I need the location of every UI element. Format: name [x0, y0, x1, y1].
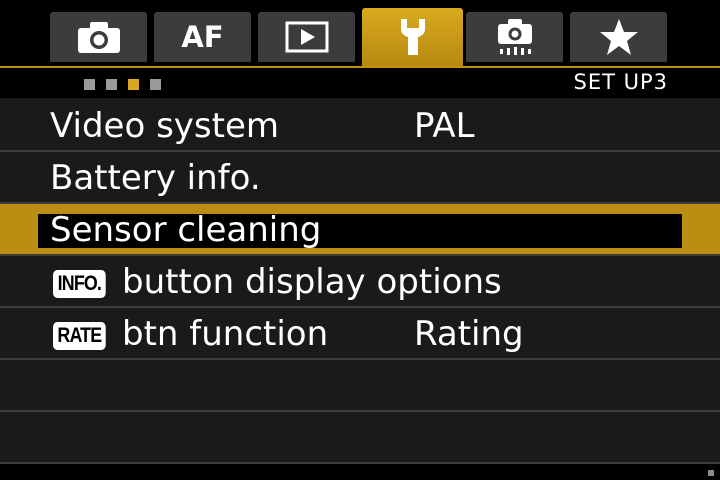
tab-af[interactable]: AF	[154, 12, 251, 62]
scroll-indicator	[708, 470, 714, 476]
menu-item-sensor-cleaning[interactable]: Sensor cleaning	[0, 204, 720, 256]
rate-button-icon: RATE	[53, 322, 106, 350]
menu-item-value: PAL	[414, 106, 475, 146]
page-indicator-bar: SET UP3	[0, 66, 720, 98]
menu-item-rate-btn-function[interactable]: RATE btn function Rating	[0, 308, 720, 360]
page-dot	[106, 79, 117, 90]
tab-af-label: AF	[181, 20, 224, 54]
wrench-icon	[400, 19, 425, 55]
play-icon	[285, 21, 328, 53]
menu-item-label: button display options	[122, 262, 502, 302]
menu-item-info-button-display[interactable]: INFO. button display options	[0, 256, 720, 308]
tab-playback[interactable]	[258, 12, 355, 62]
menu-item-battery-info[interactable]: Battery info.	[0, 152, 720, 204]
page-dot	[150, 79, 161, 90]
bottom-bar	[0, 464, 720, 480]
tab-live-view[interactable]	[466, 12, 563, 62]
menu-item-label: Battery info.	[50, 158, 261, 198]
menu-item-empty-1	[0, 360, 720, 412]
live-view-camera-icon	[497, 19, 532, 55]
menu-tab-bar: AF	[0, 0, 720, 66]
tab-shooting[interactable]	[50, 12, 147, 62]
menu-item-label: Video system	[50, 106, 279, 146]
menu-item-empty-2	[0, 412, 720, 464]
menu-item-video-system[interactable]: Video system PAL	[0, 100, 720, 152]
star-icon	[599, 19, 638, 55]
tab-my-menu[interactable]	[570, 12, 667, 62]
info-button-icon: INFO.	[53, 270, 106, 298]
page-dot	[84, 79, 95, 90]
tab-setup[interactable]	[362, 8, 463, 66]
menu-item-label: Sensor cleaning	[50, 210, 322, 250]
menu-item-value: Rating	[414, 314, 524, 354]
camera-icon	[77, 22, 120, 53]
page-dot	[128, 79, 139, 90]
menu-list: Video system PAL Battery info. Sensor cl…	[0, 100, 720, 464]
page-label: SET UP3	[573, 70, 668, 94]
menu-item-label: btn function	[122, 314, 329, 354]
